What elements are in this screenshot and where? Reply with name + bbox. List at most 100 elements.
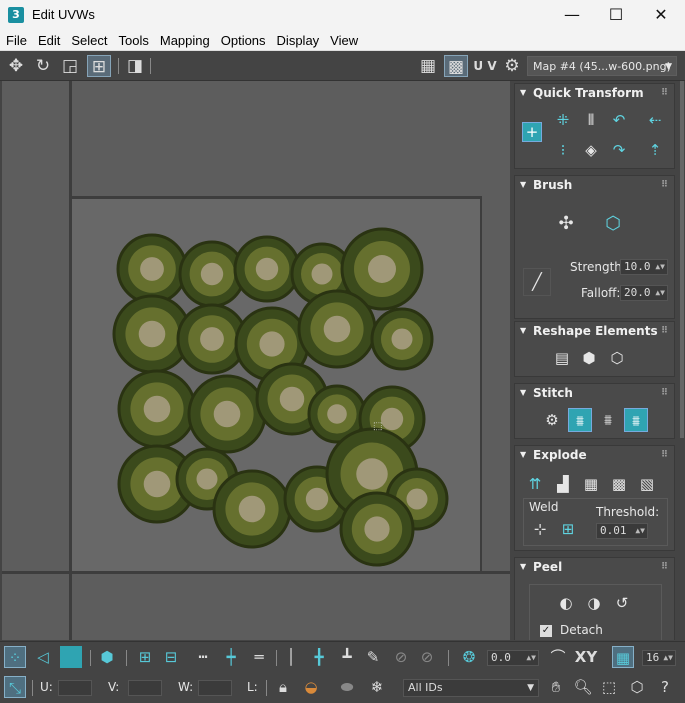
detach-checkbox[interactable]: ✓ bbox=[540, 625, 552, 637]
vertex-mode-icon[interactable]: ⁘ bbox=[4, 646, 26, 668]
minimize-button[interactable]: — bbox=[549, 0, 595, 30]
edge-select-icon[interactable]: ═ bbox=[248, 646, 270, 668]
show-map-icon[interactable]: ▩ bbox=[444, 55, 468, 77]
brush-size-down-icon[interactable]: ⊘ bbox=[390, 646, 412, 668]
menu-options[interactable]: Options bbox=[215, 30, 271, 51]
maximize-button[interactable]: ☐ bbox=[593, 0, 639, 30]
rotate-icon[interactable]: ↻ bbox=[31, 55, 55, 77]
menu-select[interactable]: Select bbox=[65, 30, 112, 51]
zoom-extents-icon[interactable]: ⬡ bbox=[626, 676, 648, 698]
menu-tools[interactable]: Tools bbox=[113, 30, 154, 51]
grid-spinner[interactable]: 16 ▲▼ bbox=[642, 650, 676, 666]
menu-view[interactable]: View bbox=[324, 30, 363, 51]
weld-selected-icon[interactable]: ⊹ bbox=[528, 517, 552, 541]
peel-title: Peel bbox=[533, 560, 563, 574]
paint-move-icon[interactable]: ✣ bbox=[553, 212, 579, 238]
align-horizontal-icon[interactable]: ⁜ bbox=[551, 108, 575, 132]
reshape-elements-header[interactable]: ▼ Reshape Elements ⠿ bbox=[515, 322, 674, 340]
relax-brush-icon[interactable]: ⬡ bbox=[600, 212, 626, 238]
stitch-custom-icon[interactable]: ⚙ bbox=[540, 408, 564, 432]
pan-hand-icon[interactable]: ✋︎ bbox=[545, 676, 567, 698]
checker-icon[interactable]: ▦ bbox=[416, 55, 440, 77]
move-icon[interactable]: ✥ bbox=[4, 55, 28, 77]
texture-settings-icon[interactable]: ⚙ bbox=[500, 55, 524, 77]
brush-header[interactable]: ▼ Brush ⠿ bbox=[515, 176, 674, 194]
grow-selection-icon[interactable]: ⊞ bbox=[134, 646, 156, 668]
weld-target-icon[interactable]: ⊞ bbox=[556, 517, 580, 541]
brush-size-up-icon[interactable]: ⊘ bbox=[416, 646, 438, 668]
map-selector-dropdown[interactable]: Map #4 (45...w-600.png) ▼ bbox=[527, 56, 677, 76]
falloff-spinner[interactable]: 20.0 ▲▼ bbox=[620, 285, 668, 301]
space-vertical-icon[interactable]: ⦀ bbox=[579, 108, 603, 132]
panel-scrollbar[interactable] bbox=[680, 81, 684, 438]
straighten-icon[interactable]: ▤ bbox=[550, 346, 574, 370]
stitch-header[interactable]: ▼ Stitch ⠿ bbox=[515, 384, 674, 402]
w-field[interactable] bbox=[198, 680, 232, 696]
strength-spinner[interactable]: 10.0 ▲▼ bbox=[620, 259, 668, 275]
mirror-icon[interactable]: ◨ bbox=[123, 55, 147, 77]
menu-file[interactable]: File bbox=[0, 30, 32, 51]
uv-toggle-button[interactable]: U V bbox=[472, 55, 498, 77]
element-mode-icon[interactable]: ⬢ bbox=[96, 646, 118, 668]
u-field[interactable] bbox=[58, 680, 92, 696]
space-horizontal-icon[interactable]: ◈ bbox=[579, 138, 603, 162]
flatten-by-polygon-icon[interactable]: ▧ bbox=[635, 472, 659, 496]
open-edge-icon[interactable]: │ bbox=[280, 646, 302, 668]
peel-mode-icon[interactable]: ◑ bbox=[582, 591, 606, 615]
stitch-to-target-icon[interactable]: ⩩ bbox=[568, 408, 592, 432]
rotate-spinner[interactable]: 0.0 ▲▼ bbox=[487, 650, 539, 666]
stitch-to-source-icon[interactable]: ⩩ bbox=[624, 408, 648, 432]
freeze-icon[interactable]: ❄ bbox=[366, 676, 388, 698]
break-icon[interactable]: ⇈ bbox=[523, 472, 547, 496]
quick-peel-icon[interactable]: ◐ bbox=[554, 591, 578, 615]
menu-edit[interactable]: Edit bbox=[32, 30, 65, 51]
menu-display[interactable]: Display bbox=[271, 30, 325, 51]
zoom-region-icon[interactable]: ⬚ bbox=[598, 676, 620, 698]
align-vertical-icon[interactable]: ⁝ bbox=[551, 138, 575, 162]
peel-header[interactable]: ▼ Peel ⠿ bbox=[515, 558, 674, 576]
absolute-offset-icon[interactable]: ⤡ bbox=[4, 676, 26, 698]
edge-ring-icon[interactable]: ┿ bbox=[220, 646, 242, 668]
uv-editor-viewport[interactable]: ⬚ bbox=[2, 81, 510, 640]
scale-icon[interactable]: ◲ bbox=[58, 55, 82, 77]
menu-mapping[interactable]: Mapping bbox=[154, 30, 215, 51]
rotation-snap-icon[interactable]: ❂ bbox=[458, 646, 480, 668]
stitch-average-icon[interactable]: ⩩ bbox=[596, 408, 620, 432]
zoom-icon[interactable]: 🔍︎ bbox=[572, 676, 594, 698]
show-icon[interactable]: ⬬ bbox=[336, 676, 358, 698]
edge-loop-icon[interactable]: ┅ bbox=[192, 646, 214, 668]
edge-mode-icon[interactable]: ◁ bbox=[32, 646, 54, 668]
paint-select-icon[interactable]: ✎ bbox=[362, 646, 384, 668]
rotate-ccw-icon[interactable]: ↶ bbox=[607, 108, 631, 132]
xy-toggle-button[interactable]: XY bbox=[572, 646, 600, 668]
lock-icon[interactable]: 🔒︎ bbox=[272, 676, 294, 698]
select-similar-icon[interactable]: ╋ bbox=[308, 646, 330, 668]
break-by-polygroup-icon[interactable]: ▟ bbox=[551, 472, 575, 496]
freeform-icon[interactable]: ⊞ bbox=[87, 55, 111, 77]
flatten-by-smoothing-icon[interactable]: ▦ bbox=[579, 472, 603, 496]
polygon-mode-icon[interactable] bbox=[60, 646, 82, 668]
point-to-point-icon[interactable]: ┻ bbox=[336, 646, 358, 668]
quick-transform-header[interactable]: ▼ Quick Transform ⠿ bbox=[515, 84, 674, 102]
align-center-icon[interactable]: + bbox=[522, 122, 542, 142]
close-button[interactable]: ✕ bbox=[638, 0, 684, 30]
flip-vertical-icon[interactable]: ⇡ bbox=[643, 138, 667, 162]
v-field[interactable] bbox=[128, 680, 162, 696]
explode-header[interactable]: ▼ Explode ⠿ bbox=[515, 446, 674, 464]
relax-settings-icon[interactable]: ⬡ bbox=[605, 346, 629, 370]
shrink-selection-icon[interactable]: ⊟ bbox=[160, 646, 182, 668]
ids-dropdown[interactable]: All IDs ▼ bbox=[403, 679, 539, 697]
hide-icon[interactable]: ◒ bbox=[300, 676, 322, 698]
rotate-cw-icon[interactable]: ↷ bbox=[607, 138, 631, 162]
brush-falloff-icon[interactable]: ╱ bbox=[523, 268, 551, 296]
flip-horizontal-icon[interactable]: ⇠ bbox=[643, 108, 667, 132]
reset-peel-icon[interactable]: ↺ bbox=[610, 591, 634, 615]
help-icon[interactable]: ? bbox=[654, 676, 676, 698]
threshold-spinner[interactable]: 0.01 ▲▼ bbox=[596, 523, 648, 539]
relax-icon[interactable]: ⬢ bbox=[577, 346, 601, 370]
bottom-toolbar-2: ⤡ U: V: W: L: 🔒︎ ◒ ⬬ ❄ All IDs ▼ ✋︎ 🔍︎ ⬚… bbox=[0, 672, 685, 703]
flatten-by-material-icon[interactable]: ▩ bbox=[607, 472, 631, 496]
grid-snap-icon[interactable]: ▦ bbox=[612, 646, 634, 668]
pepper-seeds bbox=[140, 257, 164, 281]
soft-selection-icon[interactable]: ⌒ bbox=[547, 646, 569, 668]
